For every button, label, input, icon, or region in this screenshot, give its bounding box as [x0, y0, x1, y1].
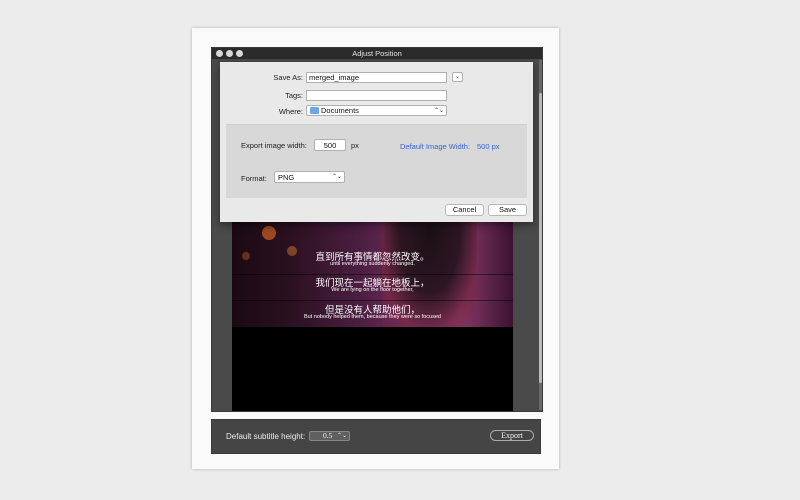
title-bar[interactable]: Adjust Position: [212, 48, 542, 59]
subtitle-strip: 但是没有人帮助他们， But nobody helped them, becau…: [232, 301, 513, 327]
default-width-label: Default Image Width:: [400, 142, 471, 151]
subtitle-en: But nobody helped them, because they wer…: [304, 314, 441, 320]
cancel-button[interactable]: Cancel: [445, 204, 484, 216]
px-unit-label: px: [351, 141, 359, 150]
empty-canvas-area: [232, 327, 513, 411]
updown-arrows-icon: ⌃⌄: [433, 108, 444, 114]
save-dialog-sheet: Save As: merged_image ⌄ Tags: Where: Doc…: [220, 62, 533, 222]
subtitle-strip: 直到所有事情都忽然改变。 until everything suddenly c…: [232, 248, 513, 274]
subtitle-en: We are lying on the floor together,: [331, 287, 414, 293]
subtitle-height-label: Default subtitle height:: [226, 432, 306, 441]
chevron-down-icon: ⌄: [454, 74, 461, 80]
zoom-window-button[interactable]: [236, 50, 243, 57]
merged-image-preview: 直到所有事情都忽然改变。 until everything suddenly c…: [232, 222, 513, 327]
export-width-field[interactable]: 500: [314, 139, 346, 151]
subtitle-height-value: 0.5: [323, 431, 333, 440]
bokeh-light: [262, 226, 276, 240]
updown-arrows-icon: ⌃⌄: [336, 433, 347, 439]
format-value: PNG: [278, 173, 295, 182]
default-width-value: 500 px: [477, 142, 500, 151]
export-options-panel: Export image width: 500 px Default Image…: [226, 124, 527, 198]
tags-field[interactable]: [306, 90, 447, 101]
save-as-label: Save As:: [273, 73, 303, 82]
updown-arrows-icon: ⌃⌄: [331, 174, 342, 180]
where-label: Where:: [278, 107, 303, 116]
export-width-label: Export image width:: [241, 141, 307, 150]
save-button[interactable]: Save: [488, 204, 527, 216]
subtitle-height-stepper[interactable]: 0.5 ⌃⌄: [309, 431, 350, 441]
export-button[interactable]: Export: [490, 430, 534, 441]
window-title: Adjust Position: [352, 49, 402, 58]
close-window-button[interactable]: [216, 50, 223, 57]
format-popup[interactable]: PNG ⌃⌄: [274, 171, 345, 183]
scrollbar-thumb[interactable]: [539, 93, 542, 383]
tags-label: Tags:: [285, 91, 303, 100]
bottom-toolbar: Default subtitle height: 0.5 ⌃⌄ Export: [211, 419, 541, 454]
format-label: Format:: [241, 174, 267, 183]
where-value: Documents: [321, 106, 359, 115]
save-as-field[interactable]: merged_image: [306, 72, 447, 83]
expand-dialog-button[interactable]: ⌄: [452, 72, 463, 82]
folder-icon: [310, 106, 319, 114]
minimize-window-button[interactable]: [226, 50, 233, 57]
subtitle-strip: 我们现在一起躺在地板上， We are lying on the floor t…: [232, 274, 513, 300]
subtitle-en: until everything suddenly changed.: [330, 261, 415, 267]
where-popup[interactable]: Documents ⌃⌄: [306, 105, 447, 116]
